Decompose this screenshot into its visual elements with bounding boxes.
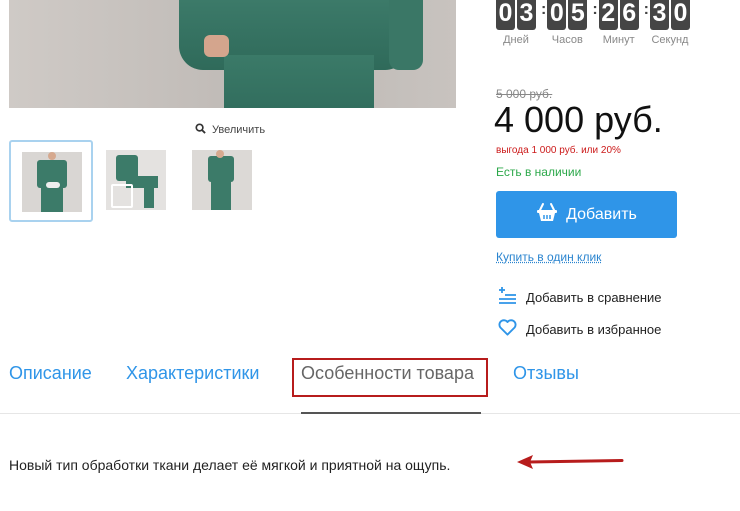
timer-digit: 0 bbox=[670, 0, 690, 30]
zoom-link[interactable]: Увеличить bbox=[195, 123, 265, 137]
buy-one-click-link[interactable]: Купить в один клик bbox=[496, 250, 601, 264]
timer-separator: : bbox=[592, 1, 598, 18]
tab-reviews[interactable]: Отзывы bbox=[513, 358, 579, 388]
tab-description[interactable]: Описание bbox=[9, 358, 92, 388]
zoom-label: Увеличить bbox=[212, 124, 266, 136]
annotation-arrow-icon bbox=[517, 455, 624, 469]
timer-digit: 2 bbox=[598, 0, 618, 30]
active-tab-indicator bbox=[301, 412, 481, 414]
timer-digit: 0 bbox=[547, 0, 567, 30]
timer-label: Часов bbox=[551, 34, 583, 46]
gallery-thumbnail-3[interactable] bbox=[181, 140, 265, 222]
timer-digit: 5 bbox=[568, 0, 588, 30]
timer-digit: 3 bbox=[517, 0, 536, 30]
timer-label: Секунд bbox=[651, 34, 689, 46]
timer-label: Минут bbox=[602, 34, 635, 46]
add-to-cart-button[interactable]: Добавить bbox=[496, 191, 677, 238]
countdown-timer: 0 3 Дней : 0 5 Часов : 2 6 Минут : 3 0 С… bbox=[496, 0, 694, 46]
add-to-compare-link[interactable]: Добавить в сравнение bbox=[498, 286, 662, 308]
timer-hours: 0 5 Часов bbox=[547, 0, 588, 46]
add-to-favorites-link[interactable]: Добавить в избранное bbox=[498, 318, 661, 340]
current-price: 4 000 руб. bbox=[494, 99, 663, 140]
product-main-image[interactable] bbox=[9, 0, 456, 108]
timer-digit: 3 bbox=[649, 0, 669, 30]
timer-digit: 6 bbox=[619, 0, 639, 30]
tab-content-text: Новый тип обработки ткани делает её мягк… bbox=[9, 457, 451, 473]
annotation-highlight-box bbox=[292, 358, 488, 397]
timer-separator: : bbox=[643, 1, 649, 18]
stock-status: Есть в наличии bbox=[496, 165, 582, 179]
timer-minutes: 2 6 Минут bbox=[598, 0, 639, 46]
compare-label: Добавить в сравнение bbox=[526, 289, 662, 305]
tab-characteristics[interactable]: Характеристики bbox=[126, 358, 259, 388]
magnifier-icon bbox=[195, 123, 206, 137]
saving-text: выгода 1 000 руб. или 20% bbox=[496, 145, 621, 156]
timer-separator: : bbox=[541, 1, 547, 18]
basket-icon bbox=[536, 202, 558, 227]
timer-days: 0 3 Дней bbox=[496, 0, 536, 46]
timer-digit: 0 bbox=[496, 0, 515, 30]
gallery-thumbnail-1[interactable] bbox=[9, 140, 93, 222]
timer-label: Дней bbox=[503, 34, 529, 46]
gallery-thumbnail-2[interactable] bbox=[95, 140, 179, 222]
compare-icon bbox=[498, 286, 517, 308]
timer-seconds: 3 0 Секунд bbox=[649, 0, 690, 46]
add-to-cart-label: Добавить bbox=[566, 205, 637, 223]
heart-icon bbox=[498, 318, 517, 340]
favorite-label: Добавить в избранное bbox=[526, 321, 662, 337]
